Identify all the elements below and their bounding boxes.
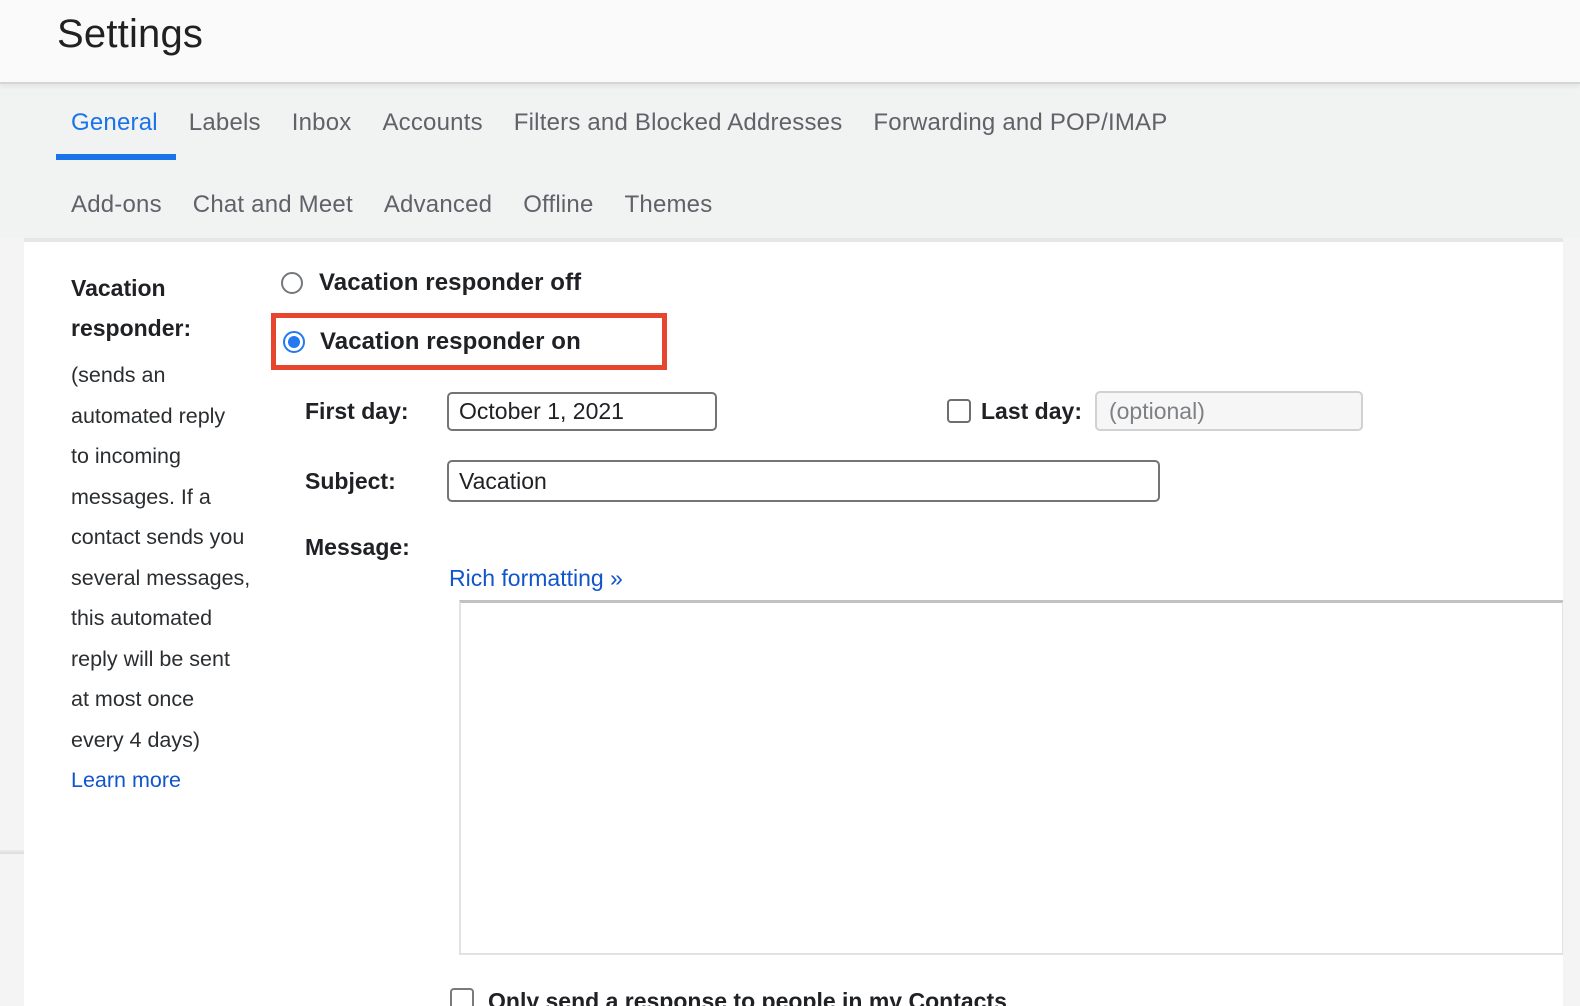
description-line: several messages, [71, 565, 251, 590]
tab-general[interactable]: General [56, 109, 176, 160]
description-line: every 4 days) [71, 727, 201, 752]
last-day-label: Last day: [981, 397, 1082, 424]
tab-row-2: Add-ons Chat and Meet Advanced Offline T… [71, 191, 1580, 219]
tab-forwarding-pop-imap[interactable]: Forwarding and POP/IMAP [873, 109, 1167, 137]
settings-header: Settings [0, 0, 1580, 84]
settings-page: Settings General Labels Inbox Accounts F… [0, 0, 1580, 1006]
vacation-responder-section: Vacation responder: (sends an automated … [24, 238, 1563, 1006]
vacation-responder-off-label: Vacation responder off [319, 269, 582, 296]
message-row: Message: Rich formatting » [271, 534, 1563, 955]
vacation-responder-help-text: (sends an automated reply to incoming me… [71, 355, 271, 760]
description-line: automated reply [71, 403, 226, 428]
subject-input[interactable] [447, 460, 1160, 502]
dates-row: First day: Last day: [271, 391, 1563, 431]
left-gutter [0, 238, 24, 1006]
tab-accounts[interactable]: Accounts [382, 109, 482, 137]
last-day-group: Last day: [947, 391, 1363, 431]
message-label: Message: [305, 534, 410, 560]
vacation-responder-form: Vacation responder off Vacation responde… [271, 269, 1563, 1006]
description-line: at most once [71, 687, 195, 711]
contacts-only-checkbox[interactable] [450, 988, 474, 1006]
first-day-input[interactable] [447, 391, 717, 431]
message-textarea[interactable] [459, 600, 1563, 955]
subject-label: Subject: [305, 467, 396, 494]
tab-labels[interactable]: Labels [189, 109, 261, 137]
subject-row: Subject: [271, 460, 1563, 502]
tab-advanced[interactable]: Advanced [384, 191, 492, 219]
tab-filters-blocked-addresses[interactable]: Filters and Blocked Addresses [514, 109, 843, 137]
tab-row-1: General Labels Inbox Accounts Filters an… [56, 109, 1580, 160]
vacation-responder-description: Vacation responder: (sends an automated … [71, 268, 271, 1006]
description-line: (sends an [71, 363, 166, 387]
gutter-divider [0, 850, 24, 854]
first-day-label: First day: [305, 397, 409, 424]
tab-inbox[interactable]: Inbox [292, 109, 352, 137]
settings-content: Vacation responder: (sends an automated … [0, 238, 1580, 1006]
tab-add-ons[interactable]: Add-ons [71, 191, 162, 219]
radio-off-icon[interactable] [281, 272, 303, 294]
description-line: contact sends you [71, 525, 245, 549]
contacts-only-option[interactable]: Only send a response to people in my Con… [450, 988, 1563, 1006]
red-highlight-box: Vacation responder on [271, 313, 667, 370]
vacation-responder-on-label: Vacation responder on [320, 327, 581, 355]
last-day-checkbox[interactable] [947, 399, 971, 423]
scrollbar-gutter [1563, 238, 1580, 1006]
tab-offline[interactable]: Offline [523, 191, 593, 219]
tab-chat-and-meet[interactable]: Chat and Meet [193, 191, 353, 219]
description-line: messages. If a [71, 484, 211, 509]
vacation-responder-label: Vacation responder: [71, 275, 192, 341]
settings-tabs: General Labels Inbox Accounts Filters an… [0, 84, 1580, 238]
contacts-only-label: Only send a response to people in my Con… [488, 988, 1007, 1006]
vacation-responder-on-option[interactable]: Vacation responder on [276, 318, 662, 365]
rich-formatting-link[interactable]: Rich formatting » [449, 565, 623, 592]
page-title: Settings [57, 12, 204, 56]
radio-on-icon[interactable] [283, 330, 305, 353]
learn-more-link[interactable]: Learn more [71, 760, 181, 800]
description-line: this automated [71, 606, 213, 630]
description-line: to incoming [71, 444, 181, 468]
tab-themes[interactable]: Themes [625, 191, 713, 219]
vacation-responder-off-option[interactable]: Vacation responder off [271, 269, 1563, 296]
message-content: Rich formatting » [447, 565, 1563, 955]
last-day-input[interactable] [1094, 391, 1363, 431]
description-line: reply will be sent [71, 646, 230, 671]
